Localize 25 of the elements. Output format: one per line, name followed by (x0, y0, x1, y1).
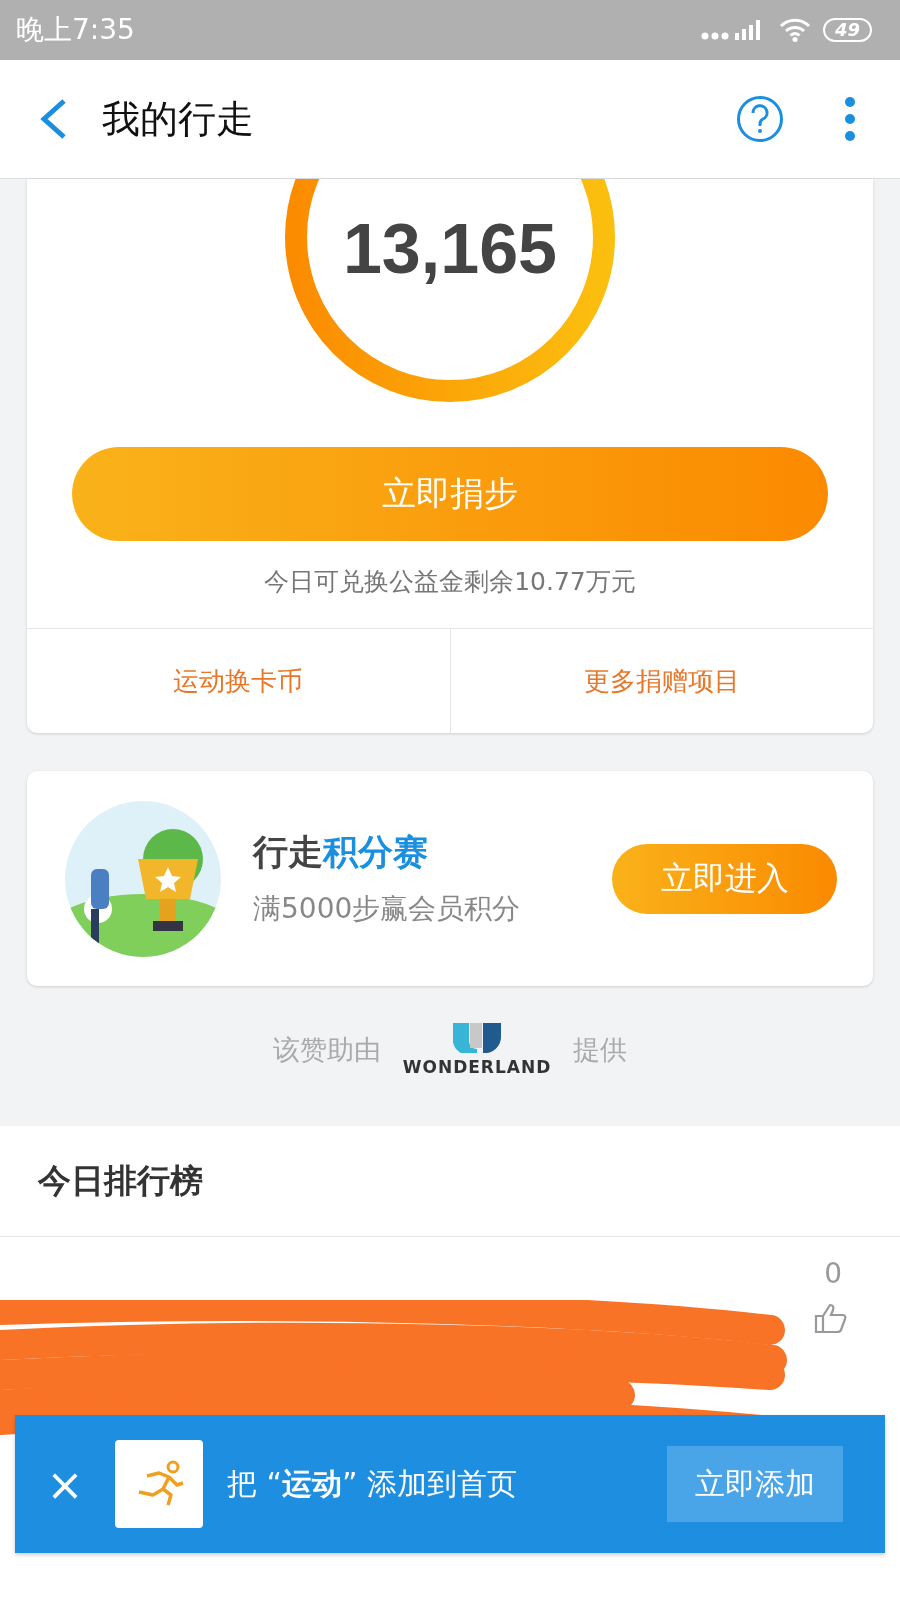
wifi-icon (778, 18, 811, 42)
sponsor-prefix: 该赞助由 (272, 1033, 381, 1067)
sponsor-suffix: 提供 (573, 1033, 628, 1067)
logo-icon (453, 1023, 501, 1053)
back-icon[interactable] (38, 98, 68, 140)
banner-text: 把 “运动” 添加到首页 (227, 1464, 519, 1503)
add-button[interactable]: 立即添加 (667, 1446, 843, 1522)
logo-text: WONDERLAND (402, 1057, 552, 1077)
thumbs-up-icon[interactable] (814, 1302, 848, 1334)
help-icon[interactable] (736, 95, 784, 143)
page-title: 我的行走 (102, 95, 255, 143)
battery-level: 49 (822, 18, 872, 42)
section-title: 今日排行榜 (0, 1126, 900, 1237)
close-button[interactable]: × (15, 1458, 115, 1510)
fund-note: 今日可兑换公益金剩余10.77万元 (263, 566, 637, 598)
status-time: 晚上7:35 (16, 12, 135, 48)
more-icon[interactable] (844, 97, 856, 141)
like-count: 0 (824, 1257, 842, 1290)
enter-button[interactable]: 立即进入 (612, 843, 837, 914)
card-link[interactable]: 运动换卡币 (27, 629, 450, 733)
promo-title: 行走积分赛 (253, 831, 429, 874)
card-link[interactable]: 更多捐赠项目 (449, 629, 873, 733)
step-count: 13,165 (341, 209, 559, 289)
promo-subtitle: 满5000步赢会员积分 (253, 891, 522, 927)
donate-button[interactable]: 立即捐步 (72, 447, 828, 541)
